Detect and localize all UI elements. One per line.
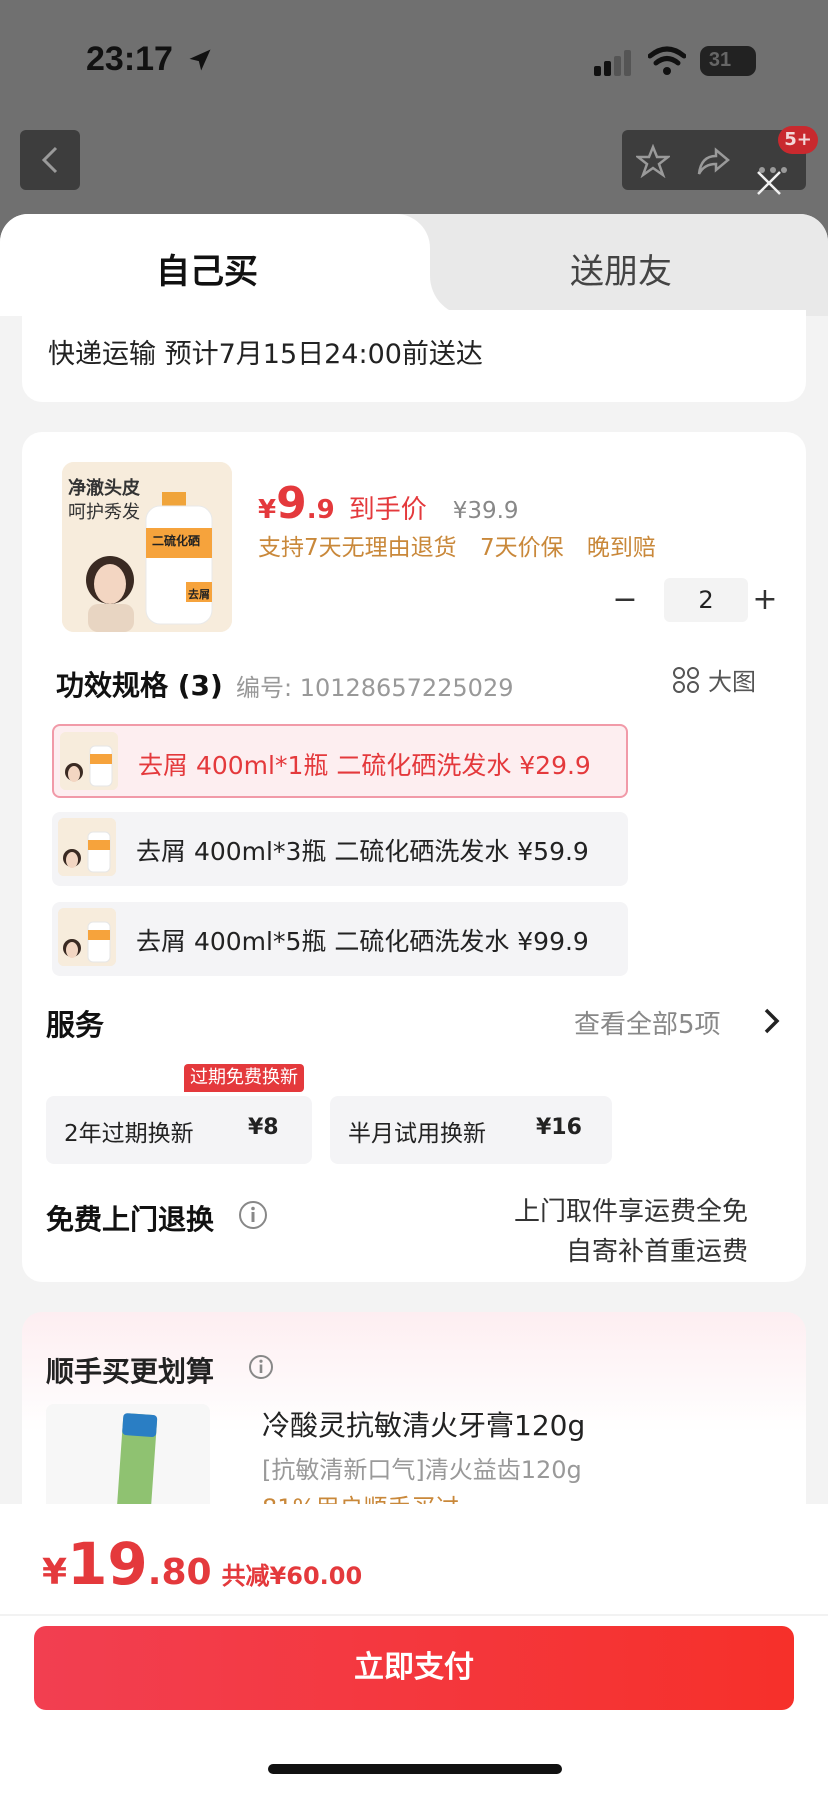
price-integer: 9 xyxy=(276,478,307,529)
free-return-title: 免费上门退换 xyxy=(46,1203,215,1236)
product-image-tag: 去屑 xyxy=(188,588,210,601)
view-all-services-link[interactable]: 查看全部5项 xyxy=(574,1004,721,1041)
pay-now-button[interactable]: 立即支付 xyxy=(34,1626,794,1710)
total-saving: 共减¥60.00 xyxy=(221,1562,363,1590)
battery-level: 31 xyxy=(708,49,732,71)
guarantee-item: 7天价保 xyxy=(479,535,564,561)
product-image-caption: 呵护秀发 xyxy=(68,502,140,523)
checkout-bar: ¥ 19 .80 共减¥60.00 立即支付 xyxy=(0,1504,828,1796)
info-icon[interactable] xyxy=(248,1354,274,1380)
service-option-label: 2年过期换新 xyxy=(64,1121,194,1147)
battery-icon: 31 xyxy=(700,46,756,76)
status-time: 23:17 xyxy=(86,40,173,78)
chevron-left-icon xyxy=(41,146,58,174)
product-image-label: 二硫化硒 xyxy=(152,534,201,548)
sku-thumbnail xyxy=(58,908,116,966)
tab-buy-self-label[interactable]: 自己买 xyxy=(156,244,258,293)
status-bar: 23:17 31 xyxy=(0,0,828,120)
wifi-icon xyxy=(648,46,686,75)
guarantee-item: 晚到赔 xyxy=(586,535,656,561)
return-note: 上门取件享运费全免 自寄补首重运费 xyxy=(514,1192,748,1272)
guarantee-item: 支持7天无理由退货 xyxy=(258,535,457,561)
services-title: 服务 xyxy=(46,1008,105,1042)
increase-quantity-button[interactable]: + xyxy=(750,582,780,618)
home-indicator[interactable] xyxy=(268,1764,562,1774)
big-view-label: 大图 xyxy=(708,668,756,696)
tab-gift-friend[interactable]: 送朋友 xyxy=(570,244,672,293)
sku-label: 去屑 400ml*5瓶 二硫化硒洗发水 ¥99.9 xyxy=(136,927,589,956)
original-price: ¥39.9 xyxy=(452,498,519,524)
service-promo-tag: 过期免费换新 xyxy=(184,1064,304,1092)
decrease-quantity-button[interactable]: − xyxy=(610,582,640,618)
total-decimal: .80 xyxy=(147,1552,212,1593)
total-currency: ¥ xyxy=(42,1552,68,1593)
sku-label: 去屑 400ml*1瓶 二硫化硒洗发水 ¥29.9 xyxy=(138,751,591,780)
page-backdrop: 23:17 31 5+ xyxy=(0,0,828,240)
return-note-line: 自寄补首重运费 xyxy=(565,1237,748,1267)
sku-label: 去屑 400ml*3瓶 二硫化硒洗发水 ¥59.9 xyxy=(136,837,589,866)
final-price-label: 到手价 xyxy=(348,495,427,525)
info-icon[interactable] xyxy=(238,1200,268,1230)
star-icon[interactable] xyxy=(636,144,670,178)
location-arrow-icon xyxy=(189,49,211,71)
big-view-button[interactable]: 大图 xyxy=(672,662,756,697)
quantity-stepper: − 2 + xyxy=(610,578,780,622)
sku-option[interactable]: 去屑 400ml*1瓶 二硫化硒洗发水 ¥29.9 xyxy=(52,724,628,798)
divider xyxy=(0,1614,828,1616)
service-option-price: ¥16 xyxy=(536,1115,582,1140)
sku-thumbnail xyxy=(60,732,118,790)
addon-product-name[interactable]: 冷酸灵抗敏清火牙膏120g xyxy=(262,1404,585,1444)
close-icon[interactable] xyxy=(754,168,784,198)
price-currency: ¥ xyxy=(258,495,277,525)
share-icon[interactable] xyxy=(696,144,730,178)
message-count-badge: 5+ xyxy=(778,126,818,154)
purchase-tabs: 自己买 送朋友 xyxy=(0,214,828,316)
spec-title: 功效规格 (3) xyxy=(56,669,223,702)
price-decimal: .9 xyxy=(306,495,335,525)
product-card: 净澈头皮 呵护秀发 二硫化硒 去屑 ¥ 9 .9 到手价 ¥39.9 支持7天无… xyxy=(22,432,806,1282)
addon-product-desc: [抗敏清新口气]清火益齿120g xyxy=(262,1456,582,1484)
product-image-caption: 净澈头皮 xyxy=(68,478,140,499)
service-option[interactable]: 2年过期换新 ¥8 xyxy=(46,1096,312,1164)
back-button[interactable] xyxy=(20,130,80,190)
product-image[interactable]: 净澈头皮 呵护秀发 二硫化硒 去屑 xyxy=(62,462,232,632)
quantity-value[interactable]: 2 xyxy=(664,578,748,622)
delivery-estimate: 快递运输 预计7月15日24:00前送达 xyxy=(48,339,483,370)
grid-icon xyxy=(673,666,699,693)
service-option[interactable]: 半月试用换新 ¥16 xyxy=(330,1096,612,1164)
total-price: ¥ 19 .80 共减¥60.00 xyxy=(42,1530,362,1598)
sku-option[interactable]: 去屑 400ml*3瓶 二硫化硒洗发水 ¥59.9 xyxy=(52,812,628,886)
service-option-label: 半月试用换新 xyxy=(348,1121,486,1147)
sku-option[interactable]: 去屑 400ml*5瓶 二硫化硒洗发水 ¥99.9 xyxy=(52,902,628,976)
service-option-price: ¥8 xyxy=(248,1115,279,1140)
return-note-line: 上门取件享运费全免 xyxy=(513,1197,748,1227)
addon-title: 顺手买更划算 xyxy=(46,1355,215,1388)
chevron-right-icon[interactable] xyxy=(762,1006,782,1036)
sku-thumbnail xyxy=(58,818,116,876)
delivery-card: 快递运输 预计7月15日24:00前送达 xyxy=(22,310,806,402)
price-row: ¥ 9 .9 到手价 ¥39.9 xyxy=(258,478,519,529)
cellular-signal-icon xyxy=(594,50,631,76)
product-code: 编号: 10128657225029 xyxy=(236,674,514,702)
guarantee-list: 支持7天无理由退货 7天价保 晚到赔 xyxy=(258,528,672,562)
total-integer: 19 xyxy=(67,1530,148,1598)
